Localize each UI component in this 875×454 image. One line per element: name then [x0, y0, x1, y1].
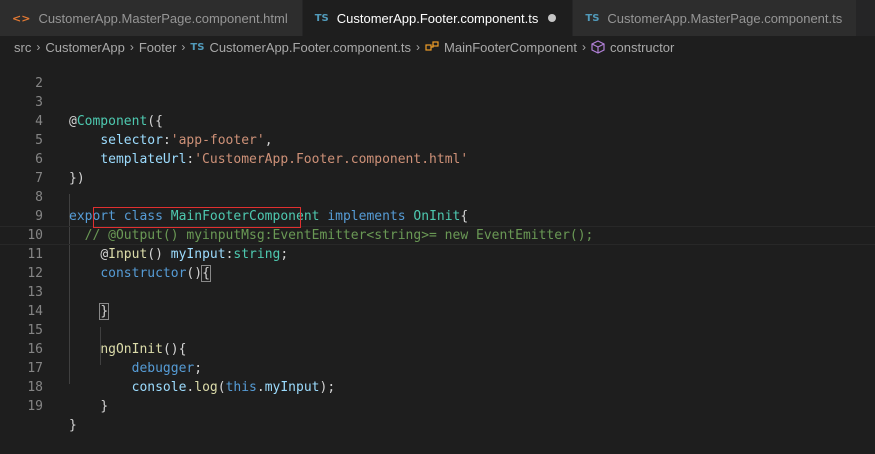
breadcrumb-src[interactable]: src — [14, 40, 31, 55]
html-file-icon: <> — [12, 11, 31, 25]
tab-label: CustomerApp.MasterPage.component.ts — [607, 10, 843, 26]
breadcrumb-member[interactable]: constructor — [610, 40, 674, 55]
code-line[interactable]: 19 } — [0, 378, 875, 433]
code-line[interactable]: 4 selector:'app-footer', — [0, 93, 875, 148]
tab-label: CustomerApp.MasterPage.component.html — [38, 10, 288, 26]
code-line[interactable]: 16 debugger; — [0, 321, 875, 376]
code-line[interactable]: 3 @Component({ — [0, 74, 875, 129]
code-line[interactable]: 14 — [0, 283, 875, 319]
code-line[interactable]: 15 ngOnInit(){ — [0, 302, 875, 357]
code-line[interactable]: 7 — [0, 150, 875, 186]
code-line[interactable]: 18 } — [0, 359, 875, 414]
code-line[interactable]: 8 export class MainFooterComponent imple… — [0, 169, 875, 224]
code-line[interactable]: 2 — [0, 55, 875, 91]
typescript-file-icon: TS — [314, 12, 329, 24]
code-token: } — [100, 399, 109, 414]
chevron-right-icon: › — [129, 40, 134, 54]
chevron-right-icon: › — [416, 40, 421, 54]
tab-masterpage-html[interactable]: <> CustomerApp.MasterPage.component.html — [0, 0, 303, 36]
code-line-current[interactable]: 11 constructor(){ — [0, 226, 875, 282]
tab-label: CustomerApp.Footer.component.ts — [336, 10, 539, 26]
unsaved-dot-icon[interactable] — [548, 14, 557, 22]
typescript-file-icon: TS — [190, 41, 205, 53]
highlight-box — [93, 207, 301, 228]
code-line[interactable]: 12 — [0, 245, 875, 281]
code-editor[interactable]: 2 3 @Component({ 4 selector:'app-footer'… — [0, 55, 875, 433]
breadcrumb-file[interactable]: CustomerApp.Footer.component.ts — [209, 40, 411, 55]
chevron-right-icon: › — [36, 40, 41, 54]
tab-footer-ts[interactable]: TS CustomerApp.Footer.component.ts — [302, 0, 574, 36]
code-line[interactable]: 9 // @Output() myinputMsg:EventEmitter<s… — [0, 188, 875, 243]
code-line[interactable]: 13 } — [0, 264, 875, 320]
code-line[interactable]: 6 }) — [0, 131, 875, 186]
line-number: 19 — [27, 399, 43, 414]
method-cube-icon — [591, 40, 605, 54]
breadcrumb-folder-customerapp[interactable]: CustomerApp — [45, 40, 124, 55]
code-token: } — [69, 418, 77, 433]
typescript-file-icon: TS — [585, 12, 600, 24]
chevron-right-icon: › — [582, 40, 587, 54]
breadcrumb-folder-footer[interactable]: Footer — [139, 40, 177, 55]
editor-tab-bar: <> CustomerApp.MasterPage.component.html… — [0, 0, 875, 36]
code-line[interactable]: 5 templateUrl:'CustomerApp.Footer.compon… — [0, 112, 875, 167]
code-line[interactable]: 17 console.log(this.myInput); — [0, 340, 875, 395]
class-symbol-icon — [425, 41, 439, 53]
chevron-right-icon: › — [181, 40, 186, 54]
breadcrumb-class[interactable]: MainFooterComponent — [444, 40, 577, 55]
tab-masterpage-ts[interactable]: TS CustomerApp.MasterPage.component.ts — [573, 0, 858, 36]
